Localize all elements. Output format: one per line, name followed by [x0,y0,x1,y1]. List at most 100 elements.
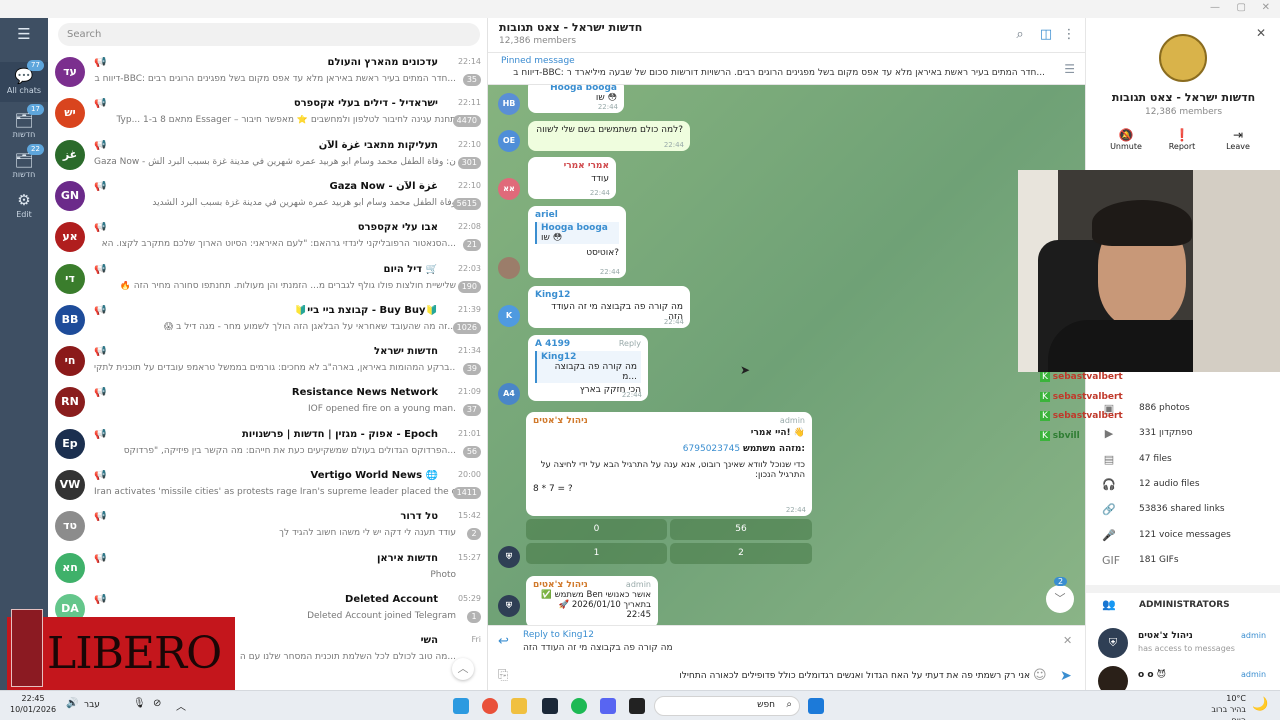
avatar[interactable]: K [498,305,520,327]
message-bubble[interactable]: A 4199 Reply King12 מה קורה פה בקבוצה מ.… [528,335,648,401]
message-text: עודד [591,174,609,184]
admin-name[interactable]: o o 😈 [1138,670,1166,680]
panel-title: חדשות ישראל - צאט תגובות [1111,91,1256,104]
pin-list-icon[interactable]: ☰ [1064,62,1075,76]
chat-list-item[interactable]: RN 📢 Resistance News Network IOF opened fi… [48,382,487,423]
chat-list-item[interactable]: די 📢 דיל היום 🛒 🔥 שלישיית חולצות פולו גולף… [48,259,487,300]
stat-label: 12 audio files [1139,478,1200,489]
taskbar-search[interactable]: חפש ⌕ [654,696,800,716]
chat-list-item[interactable]: Ep 📢 אפוק - מגזין | חדשות | פרשנויות - Ep… [48,424,487,465]
search-input[interactable]: Search [58,23,480,46]
discord-taskbar-icon[interactable] [600,698,616,714]
message-bubble[interactable]: אמרי אמרי עודד 22:44 [528,157,616,199]
report-button[interactable]: ❗ Report [1154,128,1210,160]
tray-chevron-icon[interactable]: ︿ [176,698,186,713]
weather-widget[interactable]: 10°C בהיר ברוב היום [1196,693,1246,720]
message-time: 22:44 [663,318,684,326]
chat-list-item[interactable]: יש 📢 ישראדיל - דילים בעלי אקספרס Typ... מת… [48,93,487,134]
close-window-button[interactable]: ✕ [1262,2,1270,13]
cancel-reply-icon[interactable]: ✕ [1063,634,1072,647]
chrome-taskbar-icon[interactable] [482,698,498,714]
send-icon[interactable]: ➤ [1060,668,1072,684]
ad-text: LIBERO [47,628,222,679]
more-icon[interactable]: ⋮ [1061,27,1077,43]
steam-taskbar-icon[interactable] [542,698,558,714]
leave-button[interactable]: ⇥ Leave [1210,128,1266,160]
message-bubble[interactable]: Hooga booga שו 😳 22:44 [528,85,624,113]
message-bubble[interactable]: למה כולם משתמשים בשם שלי לשווה? 22:44 [528,121,690,151]
minimize-button[interactable]: — [1210,2,1220,13]
emoji-icon[interactable]: ☺ [1033,668,1047,683]
message-bubble[interactable]: ariel Hooga booga שו 😳 אוטיסט? 22:44 [528,206,626,278]
quote-sender: King12 [541,352,577,362]
spotify-taskbar-icon[interactable] [571,698,587,714]
avatar[interactable]: ⛨ [498,546,520,568]
reply-link[interactable]: Reply [619,339,641,348]
message-text: אוטיסט? [586,248,619,258]
admin-avatar[interactable]: ⛨ [1098,628,1128,658]
section-divider [1086,585,1280,593]
message-time: 22:44 [663,141,684,149]
start-icon[interactable] [808,698,824,714]
folder-taskbar-icon[interactable] [511,698,527,714]
answer-button-56[interactable]: 56 [670,519,812,540]
chat-list-item[interactable]: GN 📢 Gaza Now - غزة الآن وفاة الطفل محمد و… [48,176,487,217]
answer-button-0[interactable]: 0 [526,519,667,540]
message-input[interactable]: אני רק רשמתי פה את דעתי על האח הגדול ואנ… [522,666,1030,686]
chat-list-item[interactable]: BB 📢 🔰קבוצת ביי ביי - Buy Buy🔰 😱 זה מה שהע… [48,300,487,341]
chat-avatar: חי [55,346,85,377]
avatar[interactable] [498,257,520,279]
avatar[interactable]: אא [498,178,520,200]
avatar[interactable]: OE [498,130,520,152]
folder-all-chats[interactable]: 💬 77 All chats [0,60,48,102]
maximize-button[interactable]: ▢ [1237,2,1246,13]
quote-block[interactable]: King12 מה קורה פה בקבוצה מ... [535,351,641,383]
scroll-down-button[interactable]: ﹀ [1046,585,1074,613]
media-stat[interactable]: 🎧 12 audio files [1086,475,1280,497]
unread-count: 2 [467,528,481,541]
unmute-button[interactable]: 🔕 Unmute [1098,128,1154,160]
message-bubble[interactable]: ניהול צ'אטים admin היי אמרי! 👋 679502374… [526,412,812,516]
message-bubble[interactable]: ניהול צ'אטים admin ✅ משתמש Ben אושר כאנו… [526,576,658,625]
avatar[interactable]: A4 [498,383,520,405]
media-stat[interactable]: GIF 181 GIFs [1086,551,1280,573]
message-bubble[interactable]: King12 מה קורה פה בקבוצה מי זה העודד הזה… [528,286,690,328]
menu-button[interactable]: ☰ [0,26,48,44]
chat-list-item[interactable]: חא 📢 חדשות איראן Photo 15:27 [48,548,487,589]
answer-button-2[interactable]: 2 [670,543,812,564]
avatar[interactable]: ⛨ [498,595,520,617]
chat-list-item[interactable]: טד 📢 טל דרור עודד תענה לי דקה יש לי משהו ח… [48,506,487,547]
chat-list-item[interactable]: עד 📢 עדכונים מהארץ והעולם דיווח ב-BBC: חדר… [48,52,487,93]
quote-block[interactable]: Hooga booga שו 😳 [535,222,619,244]
volume-icon[interactable]: 🔊 [66,698,78,709]
telegram-taskbar-icon[interactable] [453,698,469,714]
search-icon[interactable]: ⌕ [1012,27,1028,43]
mic-icon[interactable]: 🎙 [133,698,146,709]
close-panel-icon[interactable]: ✕ [1256,26,1266,40]
chat-list-item[interactable]: VW 📢 Vertigo World News 🌐 Iran activates '… [48,465,487,506]
admin-avatar[interactable] [1098,666,1128,690]
media-stat[interactable]: ▤ 47 files [1086,450,1280,472]
lang-indicator[interactable]: עבר [84,700,100,710]
pinned-message[interactable]: Pinned message דיווח ב-BBC: חדר המתים בע… [488,53,1085,85]
chat-list-item[interactable]: חי 📢 חדשות ישראל ברקע המהומות באיראן, בארה… [48,341,487,382]
attach-icon[interactable]: ⎘ [498,668,508,683]
chat-header[interactable]: חדשות ישראל - צאט תגובות 12,386 members … [488,18,1085,53]
obs-taskbar-icon[interactable] [629,698,645,714]
chat-list-item[interactable]: غز 📢 תעליקות מתאבי غزة الآن Gaza Now - غزة… [48,135,487,176]
folder-news-2[interactable]: 🗂 22 חדשות [0,144,48,179]
unread-count: 1411 [452,487,481,499]
sidebar-toggle-icon[interactable]: ◫ [1038,27,1054,43]
chat-list-item[interactable]: אע 📢 אבו עלי אקספרס הסנאטור הרפובליקני לינ… [48,217,487,258]
clock[interactable]: 22:45 10/01/2026 [10,693,56,715]
user-id-value[interactable]: 6795023745 [683,444,740,454]
folder-news-1[interactable]: 🗂 17 חדשות [0,104,48,139]
media-stat[interactable]: 🎤 121 voice messages [1086,526,1280,548]
avatar[interactable]: HB [498,93,520,115]
edit-folders-button[interactable]: ⚙ Edit [0,186,48,219]
admin-name[interactable]: ניהול צ'אטים [1138,631,1193,641]
answer-button-1[interactable]: 1 [526,543,667,564]
network-icon[interactable]: ⊘ [153,698,161,709]
media-stat[interactable]: 🔗 53836 shared links [1086,500,1280,522]
scroll-up-button[interactable]: ︿ [452,658,474,680]
